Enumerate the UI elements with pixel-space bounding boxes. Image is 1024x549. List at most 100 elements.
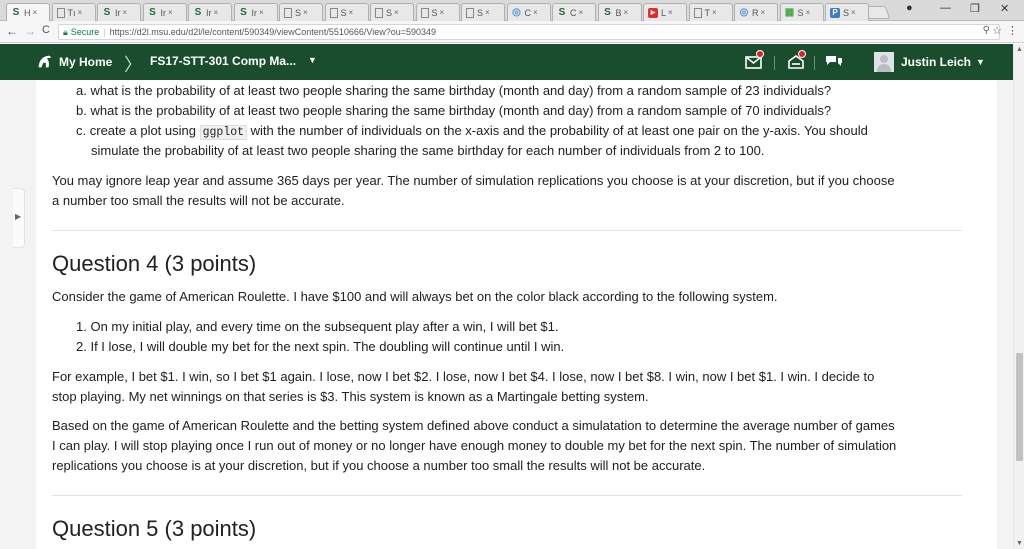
browser-tab-label: L: [661, 7, 667, 18]
browser-tab[interactable]: S Ir ×: [97, 3, 141, 21]
paragraph: replications you choose is at your discr…: [52, 458, 706, 473]
browser-tab-label: B: [615, 7, 622, 18]
schoology-icon: S: [240, 6, 247, 18]
close-icon[interactable]: ×: [123, 8, 128, 17]
browser-tab[interactable]: ◎ R ×: [734, 3, 778, 21]
zoom-icon[interactable]: ⚲: [983, 25, 990, 36]
chevron-down-icon[interactable]: ▼: [308, 55, 317, 65]
schoology-icon: S: [604, 6, 611, 18]
minimize-button[interactable]: —: [940, 2, 951, 14]
forward-button[interactable]: →: [24, 24, 36, 38]
my-home-link[interactable]: My Home: [36, 53, 112, 71]
divider: [52, 495, 962, 496]
question-4-title: Question 4 (3 points): [52, 251, 257, 276]
close-icon[interactable]: ×: [440, 8, 445, 17]
schoology-icon: S: [149, 6, 156, 18]
browser-tab[interactable]: S ×: [415, 3, 460, 21]
close-icon[interactable]: ×: [761, 8, 766, 17]
browser-tab[interactable]: P S ×: [825, 3, 869, 21]
document-icon: [329, 7, 338, 18]
browser-menu-icon[interactable]: ⋮: [1007, 24, 1018, 37]
omnibox-separator: |: [103, 27, 106, 37]
question-5-title: Question 5 (3 points): [52, 516, 257, 541]
close-icon[interactable]: ×: [624, 8, 629, 17]
browser-tab-label: Tı: [67, 7, 76, 18]
p-icon: P: [830, 7, 840, 18]
browser-tab-label: Ir: [115, 7, 121, 18]
secure-label: Secure: [70, 27, 100, 37]
browser-tab[interactable]: T ×: [688, 3, 733, 21]
document-icon: [420, 7, 429, 18]
browser-tab[interactable]: ▶ L ×: [643, 3, 687, 21]
course-selector[interactable]: FS17-STT-301 Comp Ma...: [150, 54, 296, 68]
close-icon[interactable]: ×: [214, 8, 219, 17]
url-text[interactable]: https://d2l.msu.edu/d2l/le/content/59034…: [110, 27, 436, 37]
close-icon[interactable]: ×: [33, 8, 38, 17]
close-icon[interactable]: ×: [259, 8, 264, 17]
spartan-helmet-icon: [38, 55, 52, 68]
close-icon[interactable]: ×: [533, 8, 538, 17]
scrollbar-thumb[interactable]: [1016, 353, 1023, 461]
lock-icon: 🔒︎: [63, 26, 68, 37]
close-icon[interactable]: ×: [394, 8, 399, 17]
bookmark-star-icon[interactable]: ☆: [992, 24, 1002, 37]
grid-icon: ▦: [784, 6, 795, 18]
browser-tab-strip: ● — ❐ ✕ S H × Tı × S Ir × S Ir × S Ir × S Ir × S × S × S × S × S ×…: [0, 0, 1024, 21]
user-menu[interactable]: Justin Leich ▼: [874, 52, 985, 72]
browser-tab[interactable]: Tı ×: [51, 3, 96, 21]
close-icon[interactable]: ×: [78, 8, 83, 17]
close-icon[interactable]: ×: [485, 8, 490, 17]
restore-button[interactable]: ❐: [970, 2, 980, 15]
address-bar[interactable]: 🔒︎ Secure | https://d2l.msu.edu/d2l/le/c…: [58, 24, 1000, 40]
update-alerts-icon[interactable]: [786, 50, 806, 72]
browser-tab[interactable]: S Ir ×: [188, 3, 232, 21]
chevron-down-icon: ▼: [976, 57, 985, 67]
scroll-down-icon[interactable]: ▼: [1016, 540, 1023, 547]
browser-tab[interactable]: S Ir ×: [233, 3, 278, 21]
document-icon: [284, 7, 292, 18]
close-window-button[interactable]: ✕: [1000, 2, 1009, 15]
paragraph: stop playing. My net winnings on that se…: [52, 389, 649, 404]
close-icon[interactable]: ×: [806, 8, 811, 17]
my-home-label: My Home: [59, 55, 113, 69]
subscription-alerts-icon[interactable]: [824, 52, 844, 72]
back-button[interactable]: ←: [6, 24, 18, 38]
browser-tab[interactable]: S ×: [324, 3, 369, 21]
browser-tab[interactable]: S B ×: [597, 3, 642, 21]
scroll-up-icon[interactable]: ▲: [1016, 46, 1023, 53]
close-icon[interactable]: ×: [851, 8, 856, 17]
browser-tab[interactable]: S C ×: [552, 3, 596, 21]
alert-dot: [756, 50, 764, 58]
page-scrollbar[interactable]: ▲ ▼: [1013, 44, 1024, 549]
paragraph: For example, I bet $1. I win, so I bet $…: [52, 369, 875, 384]
browser-tab-label: T: [704, 7, 711, 18]
close-icon[interactable]: ×: [168, 8, 173, 17]
browser-tab-label: S: [431, 7, 438, 18]
browser-tab[interactable]: S ×: [461, 3, 505, 21]
close-icon[interactable]: ×: [579, 8, 584, 17]
schoology-icon: S: [12, 6, 20, 18]
browser-tab[interactable]: ▦ S ×: [779, 3, 824, 21]
message-alerts-icon[interactable]: [744, 50, 764, 72]
side-panel-toggle[interactable]: ▶: [13, 188, 25, 248]
browser-tab[interactable]: S ×: [279, 3, 323, 21]
list-item: 1. On my initial play, and every time on…: [76, 319, 559, 334]
profile-icon[interactable]: ●: [906, 2, 913, 14]
close-icon[interactable]: ×: [668, 8, 673, 17]
close-icon[interactable]: ×: [349, 8, 354, 17]
paragraph: I can play. I will stop playing once I r…: [52, 438, 897, 453]
user-name: Justin Leich: [901, 55, 972, 69]
browser-tab[interactable]: S H ×: [6, 3, 50, 21]
browser-tab[interactable]: S ×: [370, 3, 414, 21]
reload-button[interactable]: C: [42, 24, 50, 36]
browser-tab-label: S: [295, 7, 302, 18]
close-icon[interactable]: ×: [303, 8, 308, 17]
browser-tab[interactable]: ◎ C ×: [506, 3, 551, 21]
close-icon[interactable]: ×: [712, 8, 717, 17]
browser-tab[interactable]: S Ir ×: [142, 3, 187, 21]
browser-tab-label: Ir: [251, 7, 258, 18]
document-icon: [466, 7, 474, 18]
nav-divider: [814, 56, 815, 70]
chevron-right-icon: ▶: [15, 212, 22, 221]
browser-tab-label: Ir: [160, 7, 167, 18]
